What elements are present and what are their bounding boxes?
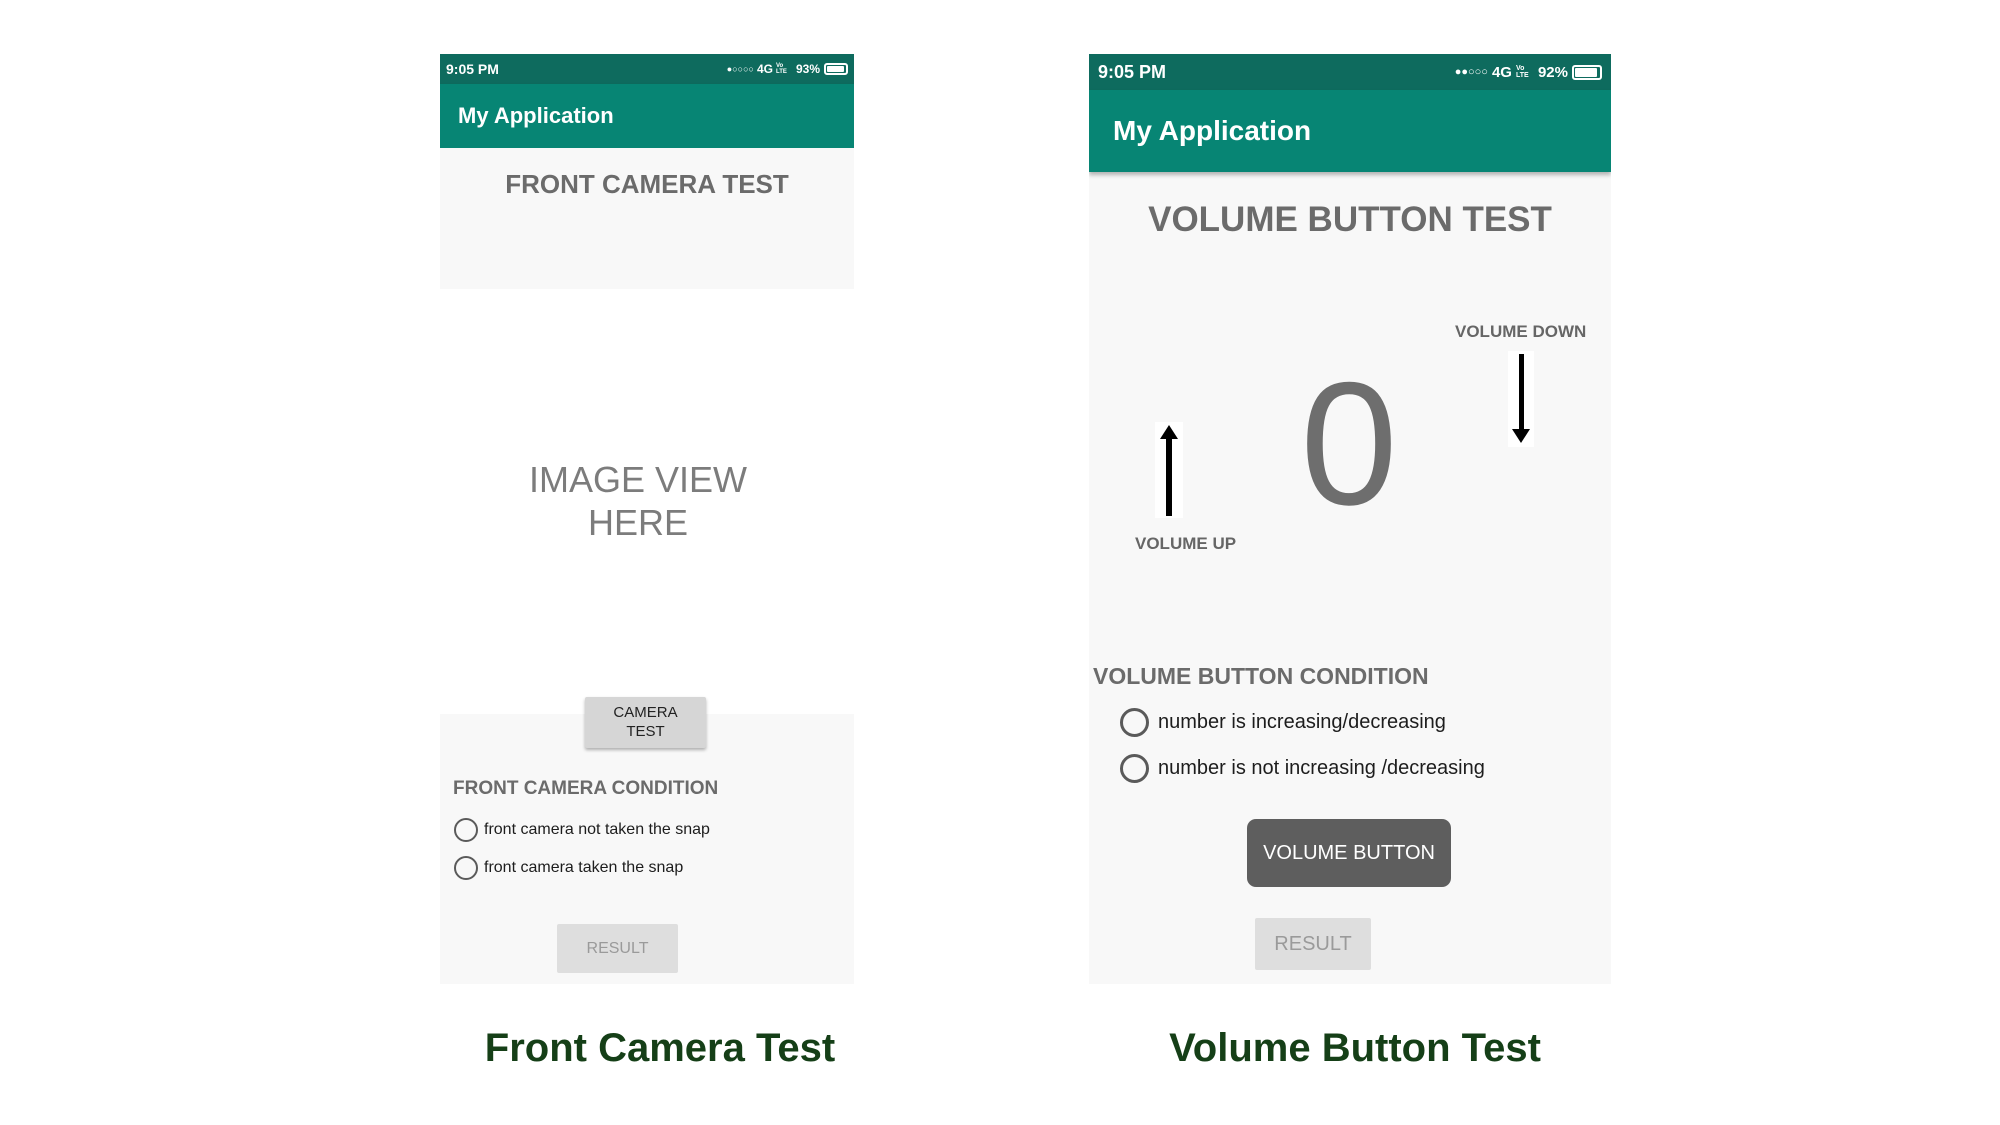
camera-test-label-line1: CAMERA	[613, 704, 678, 721]
app-bar: My Application	[1089, 90, 1611, 172]
status-icons: ●○○○○ 4G Vo LTE 93%	[727, 62, 848, 76]
battery-icon	[1572, 64, 1602, 80]
volume-down-label: VOLUME DOWN	[1455, 322, 1587, 341]
image-view-placeholder-line2: HERE	[587, 502, 689, 543]
volume-down-arrow	[1508, 351, 1534, 447]
battery-percent: 92%	[1537, 63, 1568, 81]
volume-up-label: VOLUME UP	[1135, 534, 1237, 553]
condition-heading: FRONT CAMERA CONDITION	[453, 778, 719, 799]
camera-test-button[interactable]: CAMERA TEST	[585, 697, 706, 748]
radio-increasing[interactable]	[1120, 708, 1149, 737]
option-not-taken-label[interactable]: front camera not taken the snap	[484, 821, 710, 839]
app-title: My Application	[458, 103, 614, 128]
signal-strength-icon: ●○○○○	[726, 64, 754, 74]
volume-up-arrow	[1155, 422, 1183, 518]
app-bar: My Application	[440, 84, 854, 148]
result-button[interactable]: RESULT	[1255, 918, 1371, 970]
result-button[interactable]: RESULT	[557, 924, 678, 973]
radio-not-increasing[interactable]	[1120, 754, 1149, 783]
volte-icon: Vo LTE	[775, 63, 787, 75]
option-taken-label[interactable]: front camera taken the snap	[484, 859, 683, 877]
screen-title: FRONT CAMERA TEST	[505, 169, 789, 199]
radio-taken[interactable]	[454, 856, 478, 880]
volume-button[interactable]: VOLUME BUTTON	[1247, 819, 1451, 887]
front-camera-screen: 9:05 PM ●○○○○ 4G Vo LTE 93% My Applicati…	[440, 54, 854, 984]
status-time: 9:05 PM	[446, 61, 499, 77]
status-bar: 9:05 PM ●●○○○ 4G Vo LTE 92%	[1089, 54, 1611, 90]
volte-icon: Vo LTE	[1515, 65, 1529, 79]
arrow-up-icon	[1160, 425, 1178, 516]
battery-percent: 93%	[795, 62, 820, 76]
screen-title: VOLUME BUTTON TEST	[1148, 200, 1552, 239]
option-not-increasing-label[interactable]: number is not increasing /decreasing	[1158, 757, 1485, 780]
volume-button-screen: 9:05 PM ●●○○○ 4G Vo LTE 92% My Applicati…	[1089, 54, 1611, 984]
caption-front-camera: Front Camera Test	[484, 1026, 836, 1070]
app-title: My Application	[1113, 115, 1312, 146]
radio-not-taken[interactable]	[454, 818, 478, 842]
image-view-placeholder-line1: IMAGE VIEW	[528, 459, 748, 500]
condition-heading: VOLUME BUTTON CONDITION	[1093, 663, 1429, 689]
option-increasing-label[interactable]: number is increasing/decreasing	[1158, 711, 1446, 734]
status-time: 9:05 PM	[1098, 61, 1167, 82]
network-type: 4G	[1491, 63, 1512, 81]
network-type: 4G	[756, 62, 773, 76]
battery-icon	[824, 63, 848, 75]
arrow-down-icon	[1512, 354, 1530, 443]
caption-volume-button: Volume Button Test	[1169, 1026, 1541, 1070]
image-view: IMAGE VIEW HERE	[440, 289, 854, 714]
signal-strength-icon: ●●○○○	[1454, 66, 1488, 78]
status-icons: ●●○○○ 4G Vo LTE 92%	[1455, 64, 1602, 81]
volume-counter: 0	[1300, 347, 1398, 542]
status-bar: 9:05 PM ●○○○○ 4G Vo LTE 93%	[440, 54, 854, 84]
camera-test-label-line2: TEST	[626, 723, 665, 740]
